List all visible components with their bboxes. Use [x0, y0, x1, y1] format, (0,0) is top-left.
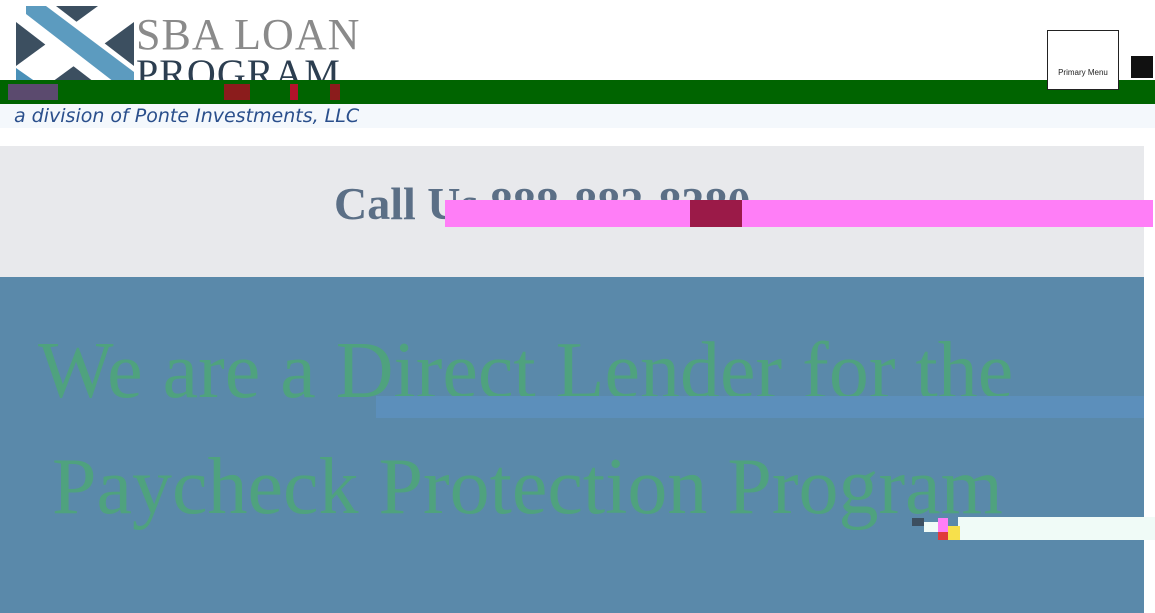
header-bar [0, 80, 1155, 104]
hero-headline-line2: Paycheck Protection Program [52, 443, 1003, 531]
menu-toggle-icon[interactable] [1131, 56, 1153, 78]
artifact [376, 396, 1144, 418]
artifact [224, 84, 250, 100]
logo-subline: a division of Ponte Investments, LLC [14, 105, 360, 127]
artifact [290, 84, 298, 100]
artifact [958, 517, 1155, 540]
artifact [445, 200, 1153, 227]
logo-mark-icon [16, 6, 134, 82]
artifact [690, 200, 742, 227]
artifact [330, 84, 340, 100]
artifact [912, 518, 960, 540]
primary-menu-button[interactable]: Primary Menu [1047, 30, 1119, 90]
artifact [8, 84, 58, 100]
site-header: SBA LOAN PROGRAM a division of Ponte Inv… [0, 0, 1155, 148]
